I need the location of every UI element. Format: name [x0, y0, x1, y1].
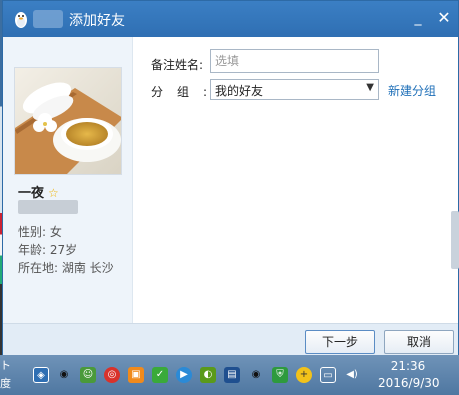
window-title: 添加好友	[69, 13, 125, 29]
clock-time: 21:36	[390, 359, 426, 373]
minimize-button[interactable]: _	[407, 7, 429, 29]
nickname: 一夜 ☆	[18, 182, 59, 201]
cancel-button[interactable]: 取消	[384, 330, 454, 354]
network-icon[interactable]: ▭	[320, 367, 336, 383]
remark-label: 备注姓名:	[151, 58, 204, 72]
gift-icon[interactable]: ▣	[128, 367, 144, 383]
add-friend-dialog: 添加好友 _ ✕ 一夜 ☆ 性别: 女 年龄: 27岁 所在地: 湖南 长沙 备…	[2, 0, 459, 356]
profile-photo[interactable]	[14, 67, 122, 175]
age-text: 年龄: 27岁	[18, 243, 78, 257]
clock-date: 2016/9/30	[378, 376, 440, 390]
chevron-down-icon[interactable]: ▼	[366, 82, 374, 93]
taskbar-left-text-1: ト	[0, 359, 11, 372]
qq-icon-2[interactable]: ◉	[248, 367, 264, 383]
taskbar: ト 度 ◈ ◉ ☺ ◎ ▣ ✓ ▶ ◐ ▤ ◉ ⛨ + ▭ ◀) 21:36 2…	[0, 355, 459, 395]
profile-panel: 一夜 ☆ 性别: 女 年龄: 27岁 所在地: 湖南 长沙	[3, 37, 133, 323]
qq-penguin-icon	[15, 12, 27, 28]
taskbar-left-text-2: 度	[0, 377, 11, 390]
next-button[interactable]: 下一步	[305, 330, 375, 354]
nickname-text: 一夜	[18, 186, 45, 201]
close-button[interactable]: ✕	[433, 7, 455, 29]
film-icon[interactable]: ▤	[224, 367, 240, 383]
nvidia-icon[interactable]: ◐	[200, 367, 216, 383]
blurred-username	[33, 10, 63, 28]
wechat-icon[interactable]: ✓	[152, 367, 168, 383]
new-group-link[interactable]: 新建分组	[388, 82, 436, 99]
security-icon[interactable]: ⛨	[272, 367, 288, 383]
tea-photo-image	[15, 68, 121, 174]
weibo-icon[interactable]: ◎	[104, 367, 120, 383]
gender-text: 性别: 女	[18, 225, 62, 239]
plus-icon[interactable]: +	[296, 367, 312, 383]
group-selected-value: 我的好友	[215, 84, 264, 98]
dialog-footer: 下一步 取消	[3, 323, 458, 356]
star-icon: ☆	[48, 186, 59, 200]
blurred-account-id	[18, 200, 78, 214]
titlebar: 添加好友 _ ✕	[3, 1, 458, 37]
player-icon[interactable]: ▶	[176, 367, 192, 383]
shield-icon[interactable]: ◈	[33, 367, 49, 383]
remark-input[interactable]	[210, 49, 379, 73]
qq-friend-icon[interactable]: ☺	[80, 367, 96, 383]
group-select[interactable]: 我的好友 ▼	[210, 79, 379, 100]
scrollbar[interactable]	[451, 211, 459, 269]
volume-icon[interactable]: ◀)	[344, 367, 360, 383]
taskbar-left-label: ト 度	[0, 357, 11, 393]
qq-icon[interactable]: ◉	[56, 367, 72, 383]
system-clock[interactable]: 21:36 2016/9/30	[378, 358, 440, 392]
location-text: 所在地: 湖南 长沙	[18, 261, 114, 275]
